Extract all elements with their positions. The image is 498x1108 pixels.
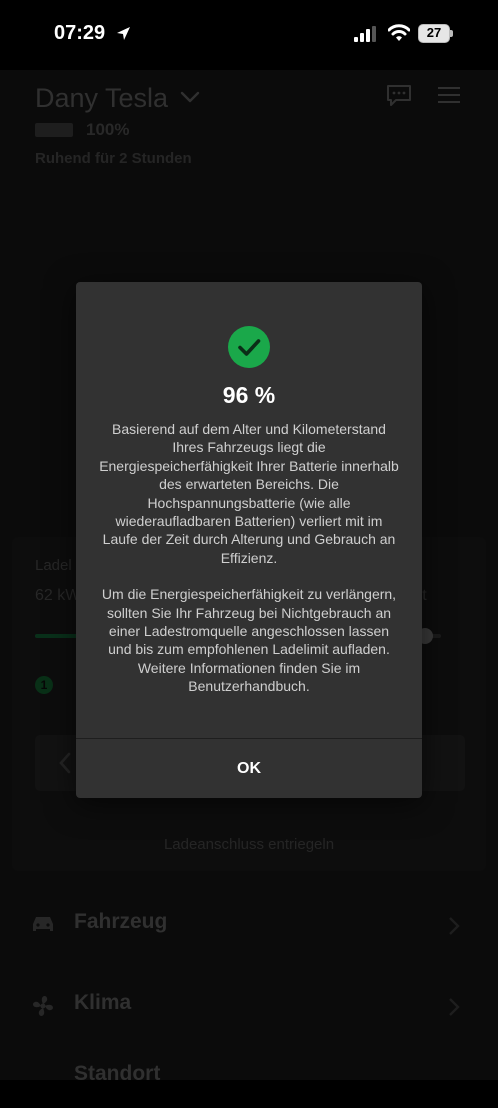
dialog-paragraph-2: Um die Energiespeicherfähigkeit zu verlä… (101, 586, 397, 695)
status-bar: 07:29 27 (0, 0, 498, 70)
battery-level-text: 27 (426, 25, 442, 40)
battery-health-dialog: 96 % Basierend auf dem Alter und Kilomet… (76, 282, 422, 798)
battery-health-percent: 96 % (222, 382, 276, 408)
status-time: 07:29 (54, 22, 106, 44)
check-circle-icon (228, 326, 270, 368)
wifi-icon (387, 24, 411, 47)
dialog-body: Basierend auf dem Alter und Kilometersta… (98, 420, 400, 696)
location-arrow-icon (116, 26, 131, 46)
ok-button[interactable]: OK (76, 739, 422, 798)
cellular-signal-icon (354, 26, 378, 47)
dialog-paragraph-1: Basierend auf dem Alter und Kilometersta… (99, 421, 399, 566)
battery-indicator: 27 (418, 24, 453, 43)
